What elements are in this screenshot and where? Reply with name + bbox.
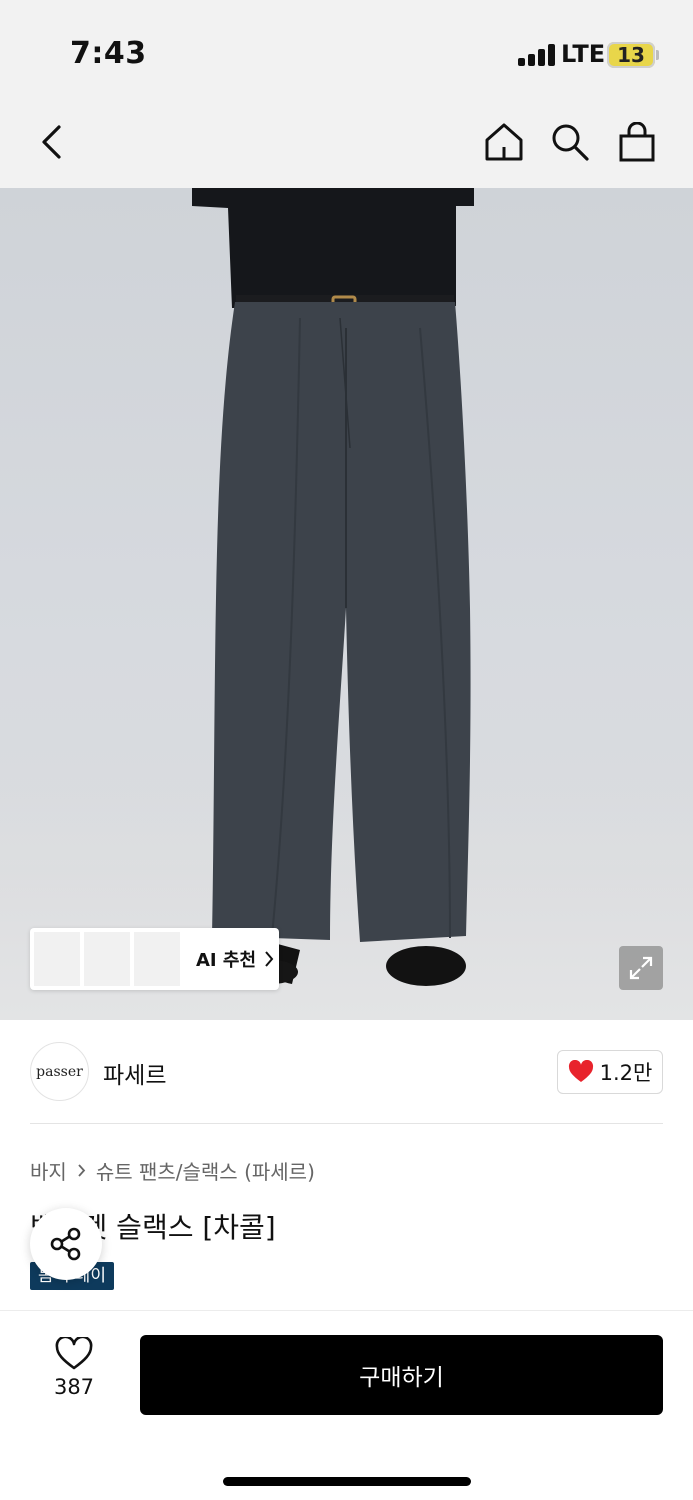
brand-logo-text: passer (36, 1063, 83, 1080)
breadcrumb-category[interactable]: 바지 (30, 1156, 67, 1185)
battery-level: 13 (617, 43, 645, 67)
carrier-label: LTE (561, 40, 606, 68)
battery-nub (656, 50, 659, 60)
battery-icon: 13 (607, 42, 655, 68)
cart-button[interactable] (613, 118, 661, 166)
breadcrumb: 바지 슈트 팬츠/슬랙스 (파세르) (30, 1156, 315, 1185)
bottom-action-bar: 387 구매하기 (0, 1310, 693, 1500)
ai-thumbnail[interactable] (84, 932, 130, 986)
brand-name[interactable]: 파세르 (103, 1056, 166, 1090)
status-time: 7:43 (70, 36, 147, 71)
ai-recommend-card[interactable]: AI 추천 (30, 928, 279, 990)
buy-button[interactable]: 구매하기 (140, 1335, 663, 1415)
breadcrumb-subcategory[interactable]: 슈트 팬츠/슬랙스 (파세르) (96, 1156, 315, 1185)
brand-like-button[interactable]: 1.2만 (557, 1050, 663, 1094)
divider (30, 1123, 663, 1124)
status-bar: 7:43 LTE 13 (0, 0, 693, 100)
brand-row: passer 파세르 1.2만 (0, 1020, 693, 1124)
home-indicator (223, 1477, 471, 1486)
share-button[interactable] (30, 1208, 102, 1280)
wishlist-button[interactable]: 387 (40, 1337, 108, 1399)
product-image[interactable]: AI 추천 (0, 188, 693, 1020)
ai-recommend-label: AI 추천 (196, 950, 257, 971)
signal-icon (518, 44, 556, 66)
heart-filled-icon (568, 1060, 593, 1082)
expand-image-button[interactable] (619, 946, 663, 990)
brand-logo[interactable]: passer (30, 1042, 89, 1101)
nav-bar (0, 100, 693, 188)
brand-like-count: 1.2만 (599, 1061, 653, 1085)
chevron-right-icon (265, 951, 274, 967)
ai-thumbnail[interactable] (134, 932, 180, 986)
search-button[interactable] (546, 118, 594, 166)
expand-icon (629, 956, 653, 980)
heart-outline-icon (55, 1337, 93, 1370)
ai-thumbnail[interactable] (34, 932, 80, 986)
back-icon (42, 125, 61, 159)
wishlist-count: 387 (53, 1375, 95, 1399)
trousers-illustration (192, 188, 474, 986)
share-icon (50, 1227, 81, 1261)
back-button[interactable] (28, 118, 76, 166)
home-icon (485, 123, 523, 161)
bag-icon (619, 122, 655, 162)
chevron-right-icon (78, 1164, 86, 1177)
search-icon (552, 124, 589, 161)
home-button[interactable] (480, 118, 528, 166)
